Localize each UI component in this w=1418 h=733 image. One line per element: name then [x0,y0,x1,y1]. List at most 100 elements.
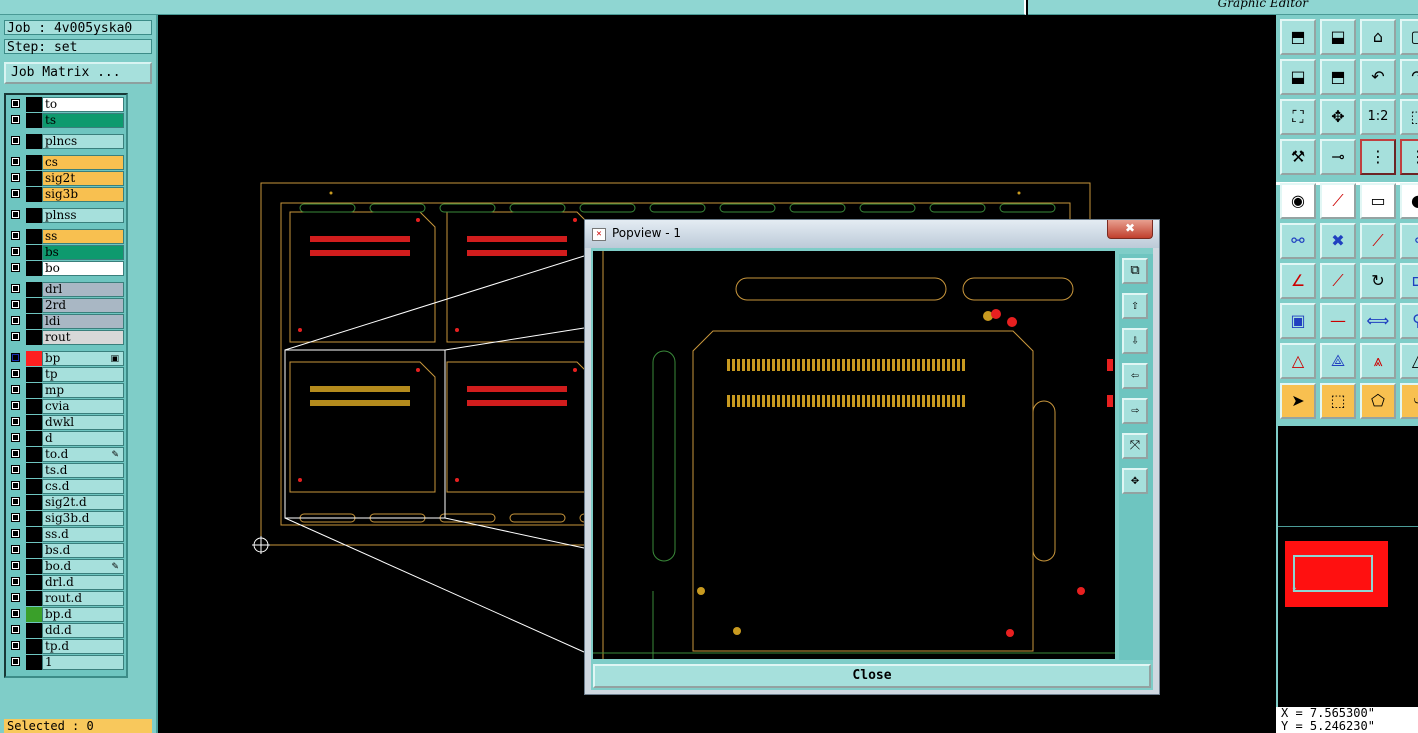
layer-row-ldi[interactable]: ldi [8,314,126,329]
layer-checkbox[interactable] [11,433,20,442]
layer-checkbox[interactable] [11,316,20,325]
layer-row-sig3b-d[interactable]: sig3b.d [8,511,126,526]
layer-name[interactable]: rout.d [42,591,124,606]
layer-row-bs[interactable]: bs [8,245,126,260]
home-icon[interactable]: ⌂ [1360,19,1396,55]
layer-color-swatch[interactable] [26,187,42,202]
layer-checkbox[interactable] [11,189,20,198]
layer-checkbox[interactable] [11,561,20,570]
layer-name[interactable]: cvia [42,399,124,414]
layer-name[interactable]: bo.d ✎ [42,559,124,574]
zoom-home-icon[interactable]: ⧉ [1122,258,1148,284]
layer-row-to[interactable]: to [8,97,126,112]
layer-color-swatch[interactable] [26,208,42,223]
layer-name[interactable]: 1 [42,655,124,670]
layer-row-sig2t-d[interactable]: sig2t.d [8,495,126,510]
layer-color-swatch[interactable] [26,447,42,462]
layer-color-swatch[interactable] [26,314,42,329]
layer-checkbox[interactable] [11,300,20,309]
layer-name[interactable]: bs.d [42,543,124,558]
pan-left-icon[interactable]: ⇦ [1122,363,1148,389]
layer-row-drl-d[interactable]: drl.d [8,575,126,590]
layer-name[interactable]: plncs [42,134,124,149]
layer-color-swatch[interactable] [26,495,42,510]
layer-name[interactable]: drl.d [42,575,124,590]
fit-icon[interactable]: ⛶ [1280,99,1316,135]
layer-color-swatch[interactable] [26,282,42,297]
layer-color-swatch[interactable] [26,229,42,244]
layer-color-swatch[interactable] [26,623,42,638]
layer-row-ss[interactable]: ss [8,229,126,244]
layer-row-drl[interactable]: drl [8,282,126,297]
layer-color-swatch[interactable] [26,134,42,149]
layer-color-swatch[interactable] [26,639,42,654]
layer-checkbox[interactable] [11,353,20,362]
layer-checkbox[interactable] [11,263,20,272]
layer-checkbox[interactable] [11,157,20,166]
layer-color-swatch[interactable] [26,245,42,260]
dash-icon[interactable]: — [1320,303,1356,339]
layer-name[interactable]: rout [42,330,124,345]
select-box-icon[interactable]: ⬚ [1320,383,1356,419]
layer-checkbox[interactable] [11,173,20,182]
layer-color-swatch[interactable] [26,367,42,382]
layer-name[interactable]: ss.d [42,527,124,542]
layer-name[interactable]: sig2t.d [42,495,124,510]
layer-name[interactable]: ss [42,229,124,244]
popview-close-button[interactable]: Close [593,664,1151,688]
measure-icon[interactable]: ⚒ [1280,139,1316,175]
layer-row-cs-d[interactable]: cs.d [8,479,126,494]
pin-icon[interactable]: ⚲ [1400,303,1418,339]
circle-icon[interactable]: ● [1400,183,1418,219]
layer-row-mp[interactable]: mp [8,383,126,398]
layer-checkbox[interactable] [11,401,20,410]
layer-row-dwkl[interactable]: dwkl [8,415,126,430]
layer-checkbox[interactable] [11,284,20,293]
layer-name[interactable]: to.d ✎ [42,447,124,462]
snap-top-icon[interactable]: ⬒ [1280,19,1316,55]
layer-row-to-d[interactable]: to.d ✎ [8,447,126,462]
layer-checkbox[interactable] [11,593,20,602]
dimension-icon[interactable]: ⟺ [1360,303,1396,339]
layer-name[interactable]: d [42,431,124,446]
line-icon[interactable]: ⟋ [1320,183,1356,219]
layer-color-swatch[interactable] [26,511,42,526]
pan-right-icon[interactable]: ⇨ [1122,398,1148,424]
layer-checkbox[interactable] [11,247,20,256]
layer-checkbox[interactable] [11,577,20,586]
layer-row-bo[interactable]: bo [8,261,126,276]
layer-checkbox[interactable] [11,385,20,394]
layer-name[interactable]: bo [42,261,124,276]
layer-color-swatch[interactable] [26,591,42,606]
layer-name[interactable]: bs [42,245,124,260]
layer-color-swatch[interactable] [26,463,42,478]
layer-checkbox[interactable] [11,529,20,538]
select-arrow-icon[interactable]: ➤ [1280,383,1316,419]
layer-name[interactable]: mp [42,383,124,398]
layer-checkbox[interactable] [11,332,20,341]
layer-name[interactable]: to [42,97,124,112]
layer-name[interactable]: sig3b.d [42,511,124,526]
triangle-icon[interactable]: △ [1280,343,1316,379]
layer-name[interactable]: plnss [42,208,124,223]
angle-icon[interactable]: ∠ [1280,263,1316,299]
layer-name[interactable]: dwkl [42,415,124,430]
select-poly-icon[interactable]: ⬠ [1360,383,1396,419]
popview-canvas[interactable] [593,251,1115,659]
layer-checkbox[interactable] [11,115,20,124]
square-pad-icon[interactable]: ▣ [1280,303,1316,339]
job-matrix-button[interactable]: Job Matrix ... [4,62,152,84]
layer-row-2rd[interactable]: 2rd [8,298,126,313]
layer-color-swatch[interactable] [26,351,42,366]
select-net-icon[interactable]: ⤷ [1400,383,1418,419]
center-icon[interactable]: ✥ [1320,99,1356,135]
window-icon-2[interactable]: ▢ [1400,19,1418,55]
layer-checkbox[interactable] [11,497,20,506]
delete-node-icon[interactable]: ✖ [1320,223,1356,259]
layer-checkbox[interactable] [11,545,20,554]
layer-checkbox[interactable] [11,625,20,634]
snap-right-icon[interactable]: ⬒ [1320,59,1356,95]
layer-name[interactable]: tp.d [42,639,124,654]
slope-icon[interactable]: ⟋ [1320,263,1356,299]
layer-row-tp[interactable]: tp [8,367,126,382]
